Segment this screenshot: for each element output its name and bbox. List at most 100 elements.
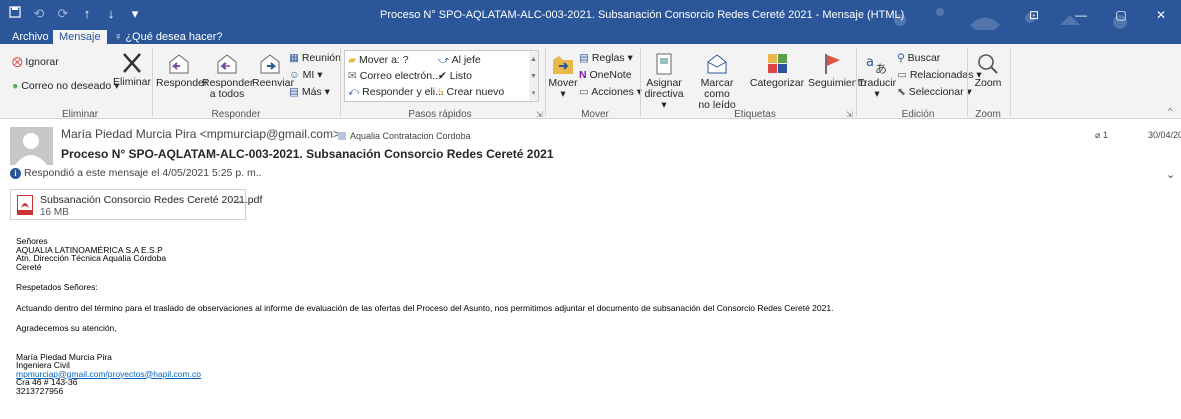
reenviar-button[interactable]: Reenviar [252,52,294,89]
listo-label: Listo [449,70,472,82]
tell-me-search[interactable]: ♀ ¿Qué desea hacer? [108,30,229,45]
paperclip-icon: ⌀ [1095,130,1101,140]
crear-nuevo-label: Crear nuevo [446,86,505,98]
mover-a-label: Mover a: ? [359,54,409,66]
correo-no-deseado-button[interactable]: ● Correo no deseado ▾ [12,80,119,92]
reglas-button[interactable]: ▤ Reglas ▾ [579,52,633,64]
separator [856,48,857,116]
traducir-button[interactable]: aあ Traducir ▾ [858,52,896,100]
title-bar: ⟲ ⟳ ↑ ↓ ▾ Proceso N° SPO-AQLATAM-ALC-003… [0,0,1181,33]
attachment-count-value: 1 [1102,130,1108,140]
quick-access-toolbar: ⟲ ⟳ ↑ ↓ ▾ [8,6,142,22]
im-icon: ☺ [289,69,300,81]
separator [545,48,546,116]
quickstep-listo[interactable]: ✔ Listo [438,70,472,82]
tab-archivo[interactable]: Archivo [6,30,55,45]
ribbon-display-options-icon[interactable]: ⊡ [1021,0,1047,30]
quick-steps-scroll[interactable]: ▲ ▼ ▾ [529,50,539,102]
quickstep-responder-y-eliminar[interactable]: ⤺ Responder y eli... [348,86,444,99]
separator [640,48,641,116]
tell-me-label: ¿Qué desea hacer? [125,31,223,43]
acciones-button[interactable]: ▭ Acciones ▾ [579,86,642,98]
more-responses-icon: ▤ [289,86,299,98]
sender-avatar [10,127,53,165]
ignorar-button[interactable]: ⨂ Ignorar [12,56,59,68]
replied-infobar: i Respondió a este mensaje el 4/05/2021 5… [10,167,262,179]
seleccionar-button[interactable]: ⬉ Seleccionar ▾ [897,86,972,98]
chevron-down-icon: ▾ [317,69,323,81]
chevron-down-icon: ▾ [874,88,880,100]
responder-todos-label-2: a todos [209,88,245,100]
move-folder-icon [553,56,573,74]
quickstep-mover-a[interactable]: ▰ Mover a: ? [348,54,409,66]
mover-button[interactable]: Mover ▾ [548,52,578,100]
checkmark-icon: ✔ [438,70,447,82]
onenote-label: OneNote [589,69,632,81]
chevron-down-icon: ▾ [627,52,633,64]
group-mover-label: Mover [581,109,609,120]
message-body: Señores AQUALIA LATINOAMÉRICA S.A E.S.P … [16,237,1166,395]
buscar-label: Buscar [907,52,941,64]
ignore-icon: ⨂ [12,56,23,68]
asignar-directiva-button[interactable]: Asignar directiva ▾ [643,52,685,111]
dialog-launcher-icon[interactable]: ⇲ [846,110,853,119]
more-icon[interactable]: ▾ [128,6,142,22]
relacionadas-button[interactable]: ▭ Relacionadas ▾ [897,69,982,81]
collapse-ribbon-icon[interactable]: ^ [1168,106,1172,116]
group-responder-label: Responder [211,109,261,120]
expand-header-icon[interactable]: ⌄ [1166,168,1175,181]
separator [340,48,341,116]
recipient-tag[interactable]: Aqualia Contratacion Cordoba [338,131,471,141]
message-subject: Proceso N° SPO-AQLATAM-ALC-003-2021. Sub… [61,147,554,161]
separator [1010,48,1011,116]
categorizar-label: Categorizar [749,77,805,89]
minimize-button[interactable]: — [1061,0,1101,30]
quickstep-al-jefe[interactable]: ⤻ Al jefe [438,54,481,67]
body-thanks: Agradecemos su atención, [16,323,117,333]
save-icon[interactable] [8,6,22,22]
pdf-icon [17,195,33,215]
zoom-label: Zoom [974,77,1002,89]
lightning-icon: ϟ [438,86,444,98]
quickstep-correo-electronico[interactable]: ✉ Correo electrón... [348,70,441,82]
up-icon[interactable]: ↑ [80,6,94,22]
chevron-down-icon: ▾ [324,86,330,98]
reunion-button[interactable]: ▦ Reunión [289,52,341,64]
magnifier-icon [978,54,998,74]
dialog-launcher-icon[interactable]: ⇲ [536,110,543,119]
attachment-card[interactable]: Subsanación Consorcio Redes Cereté 2021.… [10,189,262,220]
correo-no-deseado-label: Correo no deseado [21,80,112,92]
eliminar-button[interactable]: Eliminar [112,51,152,88]
down-icon[interactable]: ↓ [104,6,118,22]
marcar-no-leido-button[interactable]: Marcar como no leído [688,52,746,111]
seleccionar-label: Seleccionar [908,86,964,98]
signature-address: Cra 46 # 143-36 [16,377,78,387]
search-icon: ⚲ [897,52,905,64]
buscar-button[interactable]: ⚲ Buscar [897,52,940,64]
seguimiento-button[interactable]: Seguimiento [808,52,866,89]
quickstep-crear-nuevo[interactable]: ϟ Crear nuevo [438,86,504,98]
attachment-count: ⌀ 1 [1095,130,1108,141]
tab-mensaje[interactable]: Mensaje [53,30,107,45]
responder-a-todos-button[interactable]: Responder a todos [202,52,253,100]
chevron-down-icon[interactable]: ⌄ [235,195,243,206]
categorize-icon [768,54,787,73]
undo-icon[interactable]: ⟲ [32,6,46,22]
maximize-button[interactable]: ▢ [1101,0,1141,30]
zoom-button[interactable]: Zoom [970,52,1006,89]
mas-button[interactable]: ▤ Más ▾ [289,86,330,98]
onenote-icon: N [579,69,587,81]
forward-icon [260,54,280,74]
reply-delete-icon: ⤺ [348,86,360,98]
redo-icon[interactable]: ⟳ [56,6,70,22]
responder-button[interactable]: Responder [156,52,207,89]
cursor-icon: ⬉ [897,86,906,98]
eliminar-label: Eliminar [113,76,151,88]
mi-button[interactable]: ☺ MI ▾ [289,69,323,81]
acciones-label: Acciones [591,86,634,98]
sender-name[interactable]: María Piedad Murcia Pira <mpmurciap@gmai… [61,127,340,141]
policy-icon [656,53,672,75]
categorizar-button[interactable]: Categorizar [747,52,807,89]
onenote-button[interactable]: N OneNote [579,69,632,81]
close-button[interactable]: ✕ [1141,0,1181,30]
